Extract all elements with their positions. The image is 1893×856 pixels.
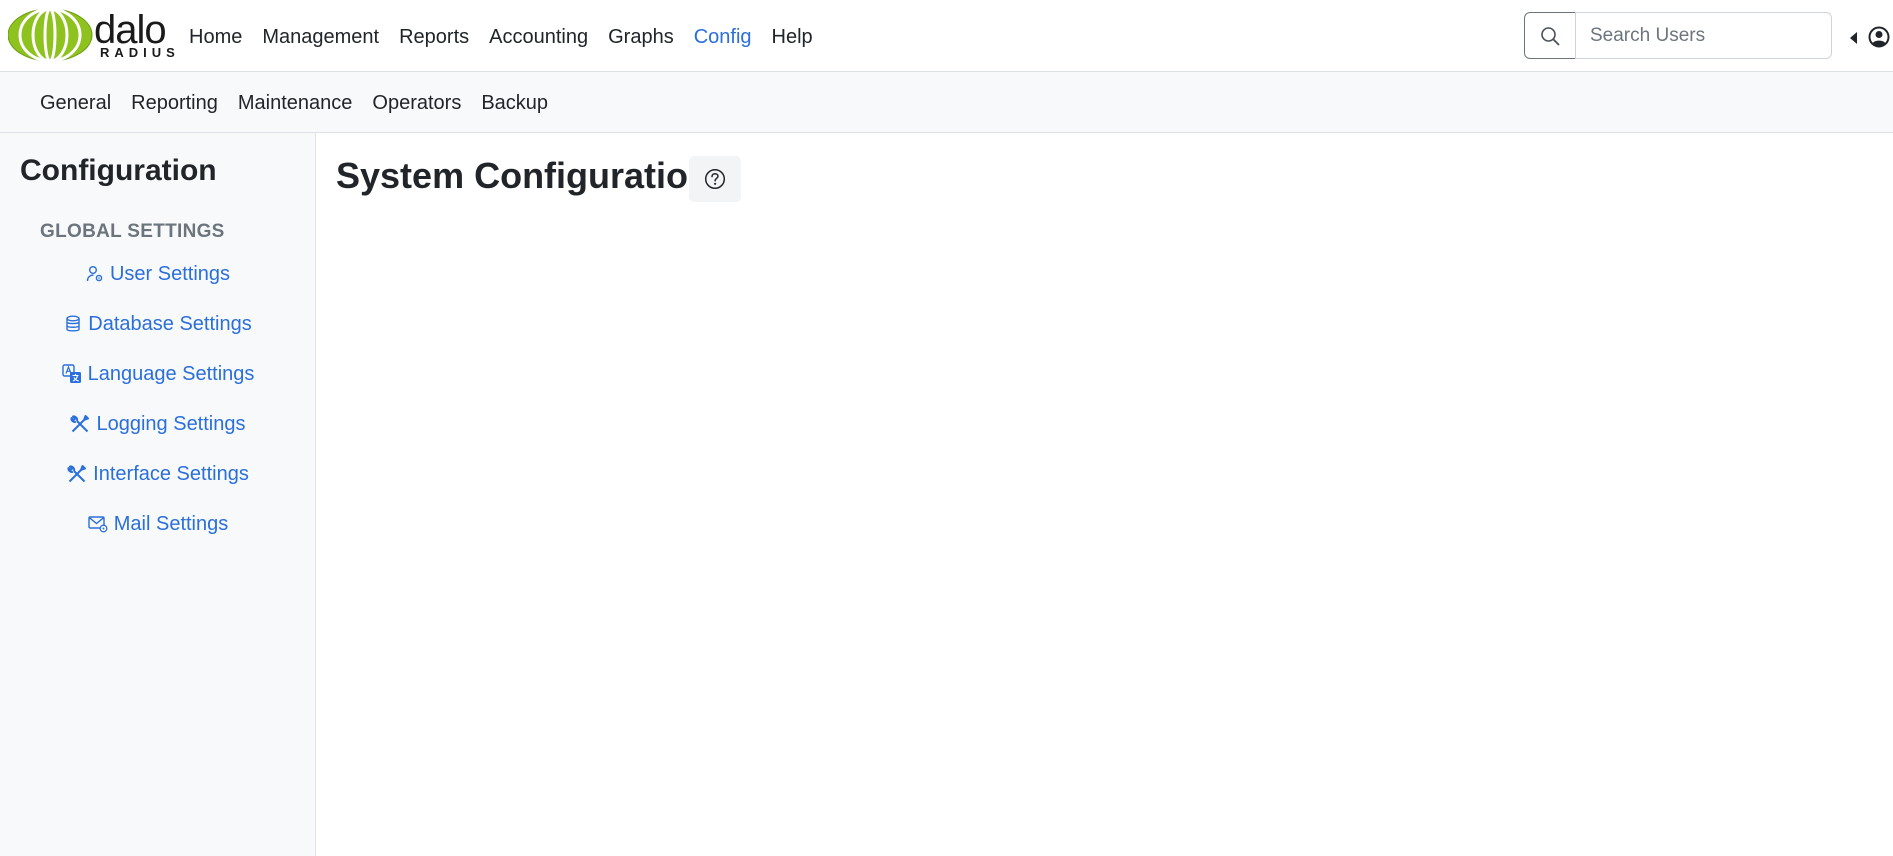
sidebar-item-label: Database Settings [88,312,252,335]
logo-wordmark: dalo [94,8,167,52]
sidebar-item-database-settings[interactable]: Database Settings [0,307,316,341]
sidebar-item-user-settings[interactable]: User Settings [0,257,316,291]
caret-left-icon[interactable] [1850,32,1857,44]
sidebar-item-label: User Settings [109,262,231,285]
menu-home[interactable]: Home [189,22,242,52]
sidebar-item-label: Logging Settings [96,412,246,435]
translate-icon [61,364,82,384]
menu-help[interactable]: Help [772,22,813,52]
menu-config[interactable]: Config [694,22,752,52]
search-input[interactable] [1575,12,1832,59]
sidebar-item-label: Mail Settings [113,512,229,535]
sidebar-item-interface-settings[interactable]: Interface Settings [0,457,316,491]
menu-management[interactable]: Management [262,22,379,52]
tools-icon [67,464,87,484]
question-circle-icon [704,168,726,190]
menu-reports[interactable]: Reports [399,22,469,52]
brand-logo[interactable]: dalo RADIUS [8,8,182,62]
menu-accounting[interactable]: Accounting [489,22,588,52]
submenu-operators[interactable]: Operators [372,88,461,118]
database-icon [64,315,82,333]
logo-globe-icon [8,8,93,62]
sidebar-item-mail-settings[interactable]: Mail Settings [0,507,316,541]
search-icon [1541,26,1560,45]
sub-navbar: General Reporting Maintenance Operators … [0,72,1893,133]
sidebar-section-heading: GLOBAL SETTINGS [40,221,225,242]
page-title: System Configuration [336,155,711,196]
sidebar-item-label: Interface Settings [93,462,249,485]
sidebar-item-logging-settings[interactable]: Logging Settings [0,407,316,441]
logo-subtitle: RADIUS [100,45,180,60]
main-menu: Home Management Reports Accounting Graph… [189,22,833,52]
help-button[interactable] [689,156,741,202]
submenu-general[interactable]: General [40,88,111,118]
menu-graphs[interactable]: Graphs [608,22,674,52]
sidebar-item-label: Language Settings [87,362,255,385]
submenu-reporting[interactable]: Reporting [131,88,218,118]
search-button[interactable] [1524,12,1576,59]
envelope-gear-icon [88,515,108,533]
sidebar-title: Configuration [20,154,217,187]
user-circle-icon[interactable] [1868,26,1890,53]
sidebar: Configuration GLOBAL SETTINGS User Setti… [0,133,316,856]
submenu-maintenance[interactable]: Maintenance [238,88,353,118]
user-gear-icon [86,265,104,283]
top-navbar: dalo RADIUS Home Management Reports Acco… [0,0,1893,72]
sidebar-item-language-settings[interactable]: Language Settings [0,357,316,391]
submenu-backup[interactable]: Backup [481,88,548,118]
tools-icon [70,414,90,434]
sub-menu: General Reporting Maintenance Operators … [40,88,568,118]
